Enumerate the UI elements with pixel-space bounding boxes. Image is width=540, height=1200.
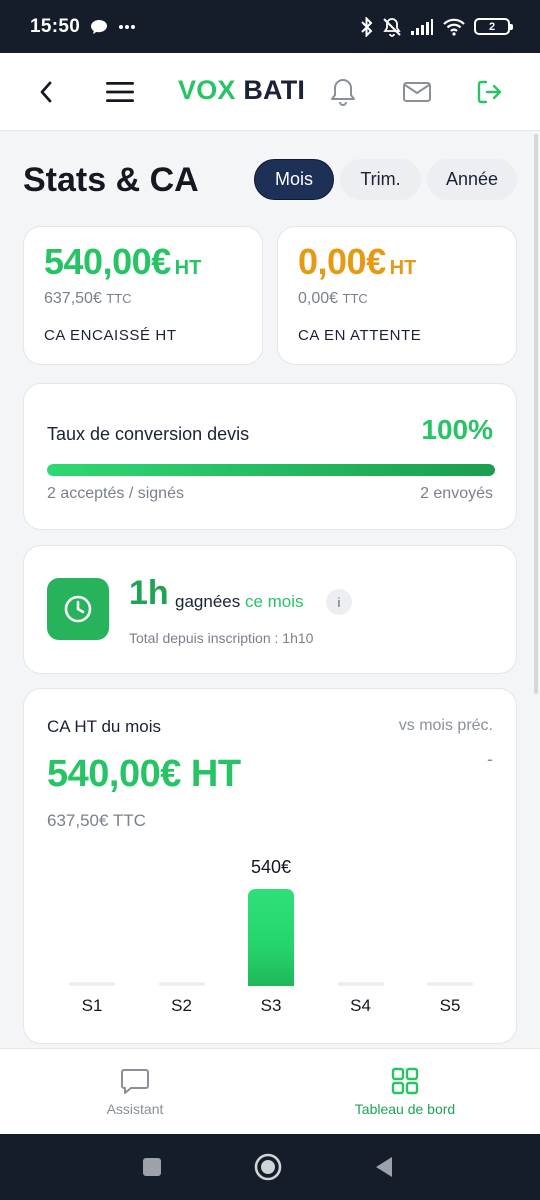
kpi-card-cashed: 540,00€ HT 637,50€ TTC CA ENCAISSÉ HT	[23, 226, 263, 365]
kpi-ttc-value: 637,50€	[44, 290, 102, 307]
more-dots-icon	[119, 24, 136, 29]
x-tick-label: S4	[350, 996, 371, 1015]
battery-icon: 2	[474, 18, 513, 35]
notifications-button[interactable]	[322, 53, 364, 131]
back-button[interactable]	[24, 53, 68, 131]
weekly-bar-chart: S1 S2 540€ S3 S4 S5	[24, 849, 518, 1048]
home-button[interactable]	[246, 1134, 290, 1200]
nav-item-assistant[interactable]: Assistant	[70, 1049, 200, 1135]
chat-bubble-icon	[121, 1069, 149, 1094]
logo-bati: BATI	[243, 75, 306, 105]
nav-label-assistant: Assistant	[106, 1101, 164, 1117]
app-logo: VOX BATI	[178, 75, 305, 106]
stats-header: Stats & CA Mois Trim. Année	[23, 159, 517, 203]
logo-vox: VOX	[178, 75, 236, 105]
menu-button[interactable]	[100, 53, 140, 131]
signal-icon	[411, 18, 433, 35]
nav-item-dashboard[interactable]: Tableau de bord	[330, 1049, 480, 1135]
system-nav-bar	[0, 1134, 540, 1200]
hours-saved: 1h	[129, 574, 169, 612]
bar	[248, 889, 294, 986]
period-tab-month[interactable]: Mois	[254, 159, 334, 200]
silent-bell-icon	[383, 17, 401, 37]
conversion-percent: 100%	[421, 414, 493, 445]
time-saved-card: 1h gagnées ce mois i Total depuis inscri…	[23, 545, 517, 674]
chevron-left-icon	[40, 81, 52, 103]
kpi-ttc: 0,00€ TTC	[298, 290, 368, 308]
x-tick-label: S1	[81, 996, 103, 1015]
ca-month-title: CA HT du mois	[47, 717, 162, 736]
kpi-amount: 0,00€ HT	[298, 241, 416, 283]
ca-month-amount: 540,00€ HT	[47, 753, 241, 795]
status-time: 15:50	[30, 15, 81, 37]
conversion-progress-fill	[47, 464, 495, 476]
clock-icon	[64, 595, 92, 623]
recents-button[interactable]	[130, 1134, 174, 1200]
triangle-back-icon	[376, 1157, 392, 1177]
hamburger-menu-icon	[106, 82, 134, 102]
status-bar: 15:50 2	[0, 0, 540, 53]
kpi-ttc-unit: TTC	[106, 291, 132, 306]
kpi-ttc: 637,50€ TTC	[44, 290, 132, 308]
kpi-amount-unit: HT	[389, 257, 417, 279]
kpi-ttc-value: 0,00€	[298, 290, 339, 307]
dashboard-content[interactable]: Stats & CA Mois Trim. Année 540,00€ HT 63…	[0, 131, 540, 1048]
total-since-signup: Total depuis inscription : 1h10	[129, 630, 314, 646]
period-tab-quarter[interactable]: Trim.	[340, 159, 421, 200]
system-icons: 2	[360, 16, 513, 37]
logout-button[interactable]	[468, 53, 510, 131]
conversion-sent: 2 envoyés	[420, 485, 493, 502]
page-title: Stats & CA	[23, 161, 199, 199]
bell-icon	[331, 79, 355, 106]
bottom-nav: Assistant Tableau de bord	[0, 1048, 540, 1134]
bar-baseline	[427, 982, 473, 986]
bar-baseline	[158, 982, 205, 986]
mail-icon	[403, 82, 431, 102]
conversion-accepted: 2 acceptés / signés	[47, 485, 184, 502]
bar-data-label: 540€	[250, 857, 292, 877]
bar-baseline	[69, 982, 115, 986]
info-button[interactable]: i	[326, 589, 352, 615]
logout-icon	[477, 80, 502, 104]
kpi-amount-value: 0,00€	[298, 241, 386, 282]
conversion-title: Taux de conversion devis	[47, 424, 250, 444]
chat-notification-icon	[91, 19, 108, 34]
hours-saved-label: gagnées	[175, 592, 241, 611]
bar-baseline	[337, 982, 384, 986]
hours-saved-text: gagnées ce mois	[175, 592, 304, 612]
conversion-progress-bar	[47, 464, 495, 476]
ca-month-ttc: 637,50€ TTC	[47, 811, 146, 830]
kpi-amount-unit: HT	[174, 257, 202, 279]
kpi-label: CA ENCAISSÉ HT	[44, 327, 177, 344]
kpi-label: CA EN ATTENTE	[298, 327, 422, 344]
ca-month-card: CA HT du mois vs mois préc. - 540,00€ HT…	[23, 688, 517, 1044]
x-tick-label: S5	[439, 996, 461, 1015]
clock-tile	[47, 578, 109, 640]
kpi-amount: 540,00€ HT	[44, 241, 201, 283]
battery-level: 2	[488, 20, 496, 33]
ca-compare-label: vs mois préc.	[398, 717, 493, 734]
square-icon	[143, 1158, 161, 1176]
conversion-card: Taux de conversion devis 100% 2 acceptés…	[23, 383, 517, 530]
ca-compare-value: -	[487, 749, 493, 769]
notification-icons	[90, 19, 136, 35]
back-system-button[interactable]	[362, 1134, 406, 1200]
home-circle-icon	[254, 1153, 282, 1181]
scrollbar[interactable]	[534, 134, 538, 694]
nav-label-dashboard: Tableau de bord	[354, 1101, 456, 1117]
grid-icon	[391, 1067, 419, 1095]
bluetooth-icon	[361, 16, 373, 37]
messages-button[interactable]	[396, 53, 438, 131]
app-header: VOX BATI	[0, 53, 540, 131]
period-tab-year[interactable]: Année	[427, 159, 517, 200]
wifi-icon	[443, 18, 465, 36]
hours-saved-period: ce mois	[244, 592, 304, 611]
x-tick-label: S3	[260, 996, 282, 1015]
kpi-ttc-unit: TTC	[342, 291, 368, 306]
kpi-amount-value: 540,00€	[44, 241, 171, 282]
x-tick-label: S2	[171, 996, 192, 1015]
kpi-card-pending: 0,00€ HT 0,00€ TTC CA EN ATTENTE	[277, 226, 517, 365]
